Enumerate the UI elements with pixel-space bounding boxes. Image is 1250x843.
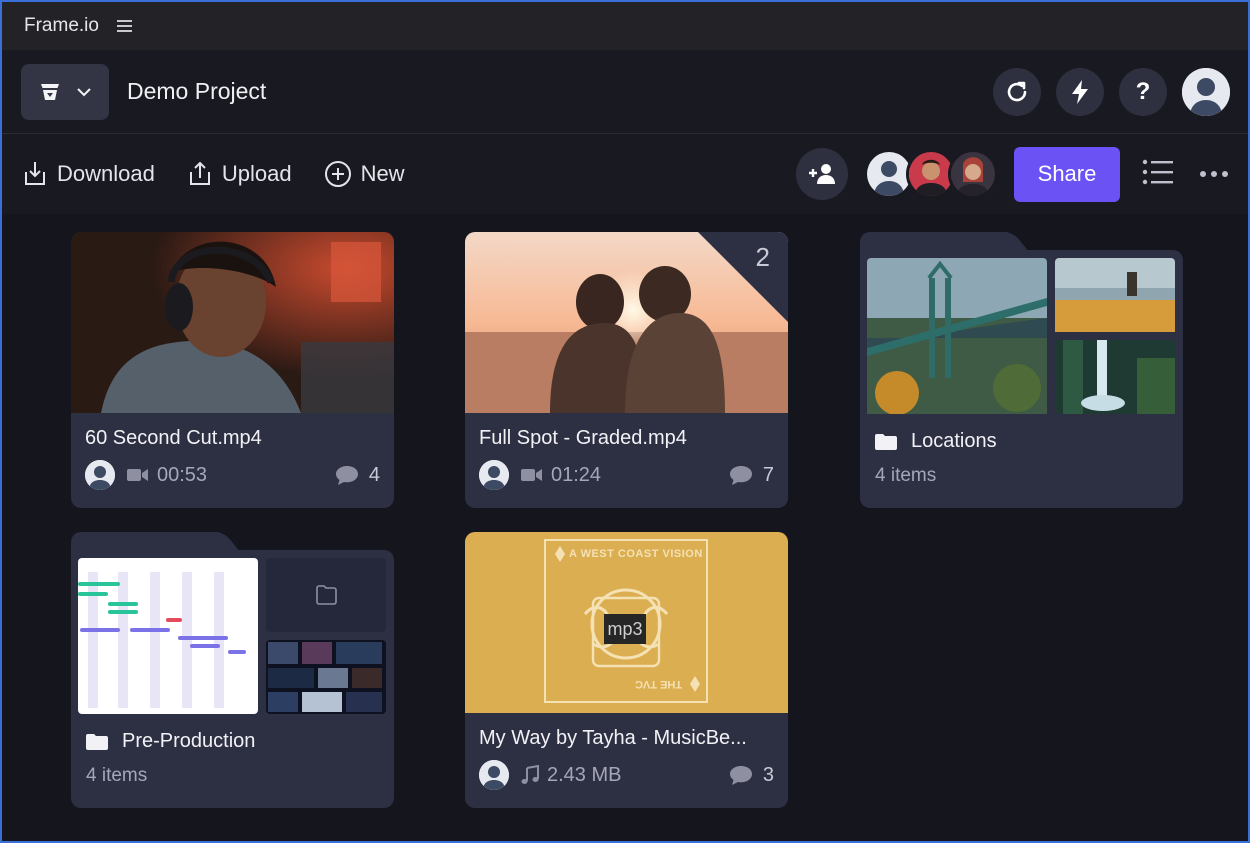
chevron-down-icon [77, 87, 91, 96]
folder-card[interactable]: Pre-Production 4 items [71, 532, 394, 808]
hamburger-menu-icon[interactable] [116, 20, 132, 32]
app-window: Frame.io Demo Project ? Download Upload … [0, 0, 1250, 843]
asset-thumbnail[interactable]: 2 [465, 232, 788, 413]
toolbar: Download Upload New Share [2, 134, 1248, 214]
comment-count[interactable]: 7 [729, 464, 774, 487]
upload-label: Upload [221, 161, 292, 186]
download-button[interactable]: Download [22, 160, 155, 188]
project-title: Demo Project [127, 78, 267, 104]
comment-count[interactable]: 4 [335, 464, 380, 487]
comment-icon [729, 466, 752, 485]
default-avatar-icon [1182, 67, 1230, 116]
video-icon [127, 468, 149, 482]
folder-previews [78, 558, 387, 714]
help-button[interactable]: ? [1119, 67, 1167, 116]
folder-item-count: 4 items [875, 465, 937, 486]
asset-card[interactable]: 2 Full Spot - Graded.mp4 01:24 7 [465, 232, 788, 508]
asset-thumbnail[interactable] [71, 232, 394, 413]
version-count[interactable]: 2 [756, 242, 770, 273]
new-button[interactable]: New [324, 160, 405, 188]
download-icon [25, 162, 45, 185]
asset-card[interactable]: A WEST COAST VISION THE TVC mp3 My Way b… [465, 532, 788, 808]
share-button[interactable]: Share [1014, 146, 1120, 202]
project-header: Demo Project ? [2, 50, 1248, 134]
asset-size: 2.43 MB [547, 763, 622, 786]
uploader-avatar [479, 760, 509, 790]
audio-file-badge: mp3 [604, 614, 646, 644]
list-icon [1142, 159, 1173, 184]
comment-count[interactable]: 3 [729, 764, 774, 787]
download-label: Download [57, 161, 155, 186]
uploader-avatar [479, 460, 509, 490]
new-label: New [360, 161, 405, 186]
asset-duration: 01:24 [551, 463, 602, 486]
asset-title: 60 Second Cut.mp4 [85, 427, 262, 449]
comment-icon [335, 466, 358, 485]
invite-user-button[interactable] [796, 148, 848, 200]
asset-title: My Way by Tayha - MusicBe... [479, 727, 747, 749]
help-icon: ? [1135, 77, 1151, 105]
collaborator-avatar[interactable] [948, 149, 998, 199]
video-icon [521, 468, 543, 482]
frameio-logo-icon [41, 83, 59, 100]
asset-card[interactable]: 60 Second Cut.mp4 00:53 4 [71, 232, 394, 508]
version-stack-corner [698, 232, 788, 322]
list-view-button[interactable] [1142, 159, 1174, 190]
title-bar: Frame.io [2, 2, 1248, 50]
asset-duration: 00:53 [157, 463, 208, 486]
lightning-icon [1072, 79, 1088, 104]
user-avatar[interactable] [1182, 67, 1230, 116]
app-name: Frame.io [24, 15, 99, 36]
asset-thumbnail[interactable]: A WEST COAST VISION THE TVC mp3 [465, 532, 788, 713]
folder-card[interactable]: Locations 4 items [860, 232, 1183, 508]
uploader-avatar [85, 460, 115, 490]
add-user-icon [809, 164, 835, 184]
folder-name: Pre-Production [122, 730, 256, 752]
folder-icon [875, 433, 897, 450]
folder-name: Locations [911, 430, 997, 452]
workspace-switcher-button[interactable] [21, 63, 109, 120]
art-bottom-text: THE TVC [635, 678, 683, 690]
asset-title: Full Spot - Graded.mp4 [479, 427, 687, 449]
actions-button[interactable] [1056, 67, 1104, 116]
folder-item-count: 4 items [86, 765, 148, 786]
collaborator-avatars[interactable] [864, 149, 998, 199]
more-options-icon[interactable] [1200, 171, 1228, 177]
refresh-icon [1007, 81, 1027, 101]
refresh-button[interactable] [993, 67, 1041, 116]
plus-circle-icon [324, 161, 351, 187]
music-note-icon [521, 765, 539, 785]
art-top-text: A WEST COAST VISION [569, 548, 703, 560]
comment-icon [729, 766, 752, 785]
upload-button[interactable]: Upload [187, 160, 292, 188]
folder-icon [86, 733, 108, 750]
folder-previews [867, 258, 1176, 415]
upload-icon [189, 161, 210, 185]
